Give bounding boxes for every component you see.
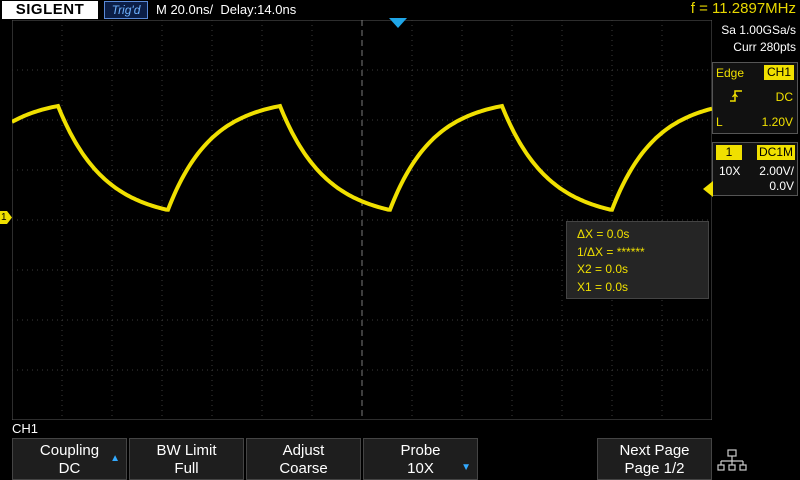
page-indicator: Page 1/2 xyxy=(624,460,685,477)
memory-depth: Curr 280pts xyxy=(733,40,796,54)
inverse-delta-x: 1/ΔX = ****** xyxy=(577,244,645,259)
delay-value: Delay:14.0ns xyxy=(220,2,297,17)
cursor-measure-box: ΔX = 0.0s 1/ΔX = ****** X2 = 0.0s X1 = 0… xyxy=(566,221,709,299)
trigger-coupling: DC xyxy=(775,90,793,104)
delta-x: ΔX = 0.0s xyxy=(577,227,630,241)
adjust-title: Adjust xyxy=(282,442,325,459)
bw-limit-title: BW Limit xyxy=(156,442,217,459)
trigger-panel[interactable]: Edge CH1 DC L 1.20V xyxy=(712,62,798,134)
ch1-marker-label: 1 xyxy=(1,212,7,223)
channel-coupling-impedance: DC1M xyxy=(756,145,795,160)
coupling-title: Coupling xyxy=(39,442,100,459)
trigger-source: CH1 xyxy=(763,65,794,80)
trigger-type: Edge xyxy=(716,66,745,80)
trigger-position-marker[interactable] xyxy=(389,18,407,30)
timebase-value: M 20.0ns/ xyxy=(156,2,214,17)
acquisition-info: Sa 1.00GSa/s Curr 280pts xyxy=(721,22,796,56)
probe-value: 10X xyxy=(407,460,434,477)
trigger-status-badge: Trig'd xyxy=(104,1,148,19)
channel-offset: 0.0V xyxy=(769,179,794,193)
sample-rate: Sa 1.00GSa/s xyxy=(721,23,796,37)
trigger-level: 1.20V xyxy=(761,115,793,129)
ch1-offset-marker[interactable]: 1 xyxy=(0,211,12,224)
down-arrow-icon: ▼ xyxy=(461,462,471,473)
next-page-title: Next Page xyxy=(619,442,690,459)
channel-panel[interactable]: 1 DC1M 10X 2.00V/ 0.0V xyxy=(712,142,798,196)
menu-title: CH1 xyxy=(12,421,39,436)
probe-title: Probe xyxy=(400,442,441,459)
cursor-x2: X2 = 0.0s xyxy=(577,262,629,276)
softkey-bar: Coupling DC ▲ BW Limit Full Adjust Coars… xyxy=(0,438,800,480)
rising-edge-icon xyxy=(729,89,743,106)
channel-number: 1 xyxy=(716,145,742,160)
frequency-counter: f = 11.2897MHz xyxy=(690,0,796,17)
trigger-level-label: L xyxy=(716,115,723,129)
waveform-display[interactable] xyxy=(12,20,712,420)
bw-limit-softkey[interactable]: BW Limit Full xyxy=(129,438,244,480)
brand-logo: SIGLENT xyxy=(2,1,98,19)
bw-limit-value: Full xyxy=(174,460,199,477)
cursor-x1: X1 = 0.0s xyxy=(577,279,629,294)
adjust-value: Coarse xyxy=(279,460,328,477)
coupling-softkey[interactable]: Coupling DC ▲ xyxy=(12,438,127,480)
next-page-softkey[interactable]: Next Page Page 1/2 xyxy=(597,438,712,480)
coupling-value: DC xyxy=(58,460,81,477)
timebase-readout[interactable]: M 20.0ns/ Delay:14.0ns xyxy=(156,2,296,17)
channel-probe: 10X xyxy=(719,164,741,178)
trigger-level-marker[interactable] xyxy=(703,181,713,197)
network-icon[interactable] xyxy=(716,440,748,478)
channel-scale: 2.00V/ xyxy=(759,164,794,178)
status-bar: SIGLENT Trig'd M 20.0ns/ Delay:14.0ns f … xyxy=(0,0,800,20)
up-arrow-icon: ▲ xyxy=(110,453,120,464)
probe-softkey[interactable]: Probe 10X ▼ xyxy=(363,438,478,480)
adjust-softkey[interactable]: Adjust Coarse xyxy=(246,438,361,480)
